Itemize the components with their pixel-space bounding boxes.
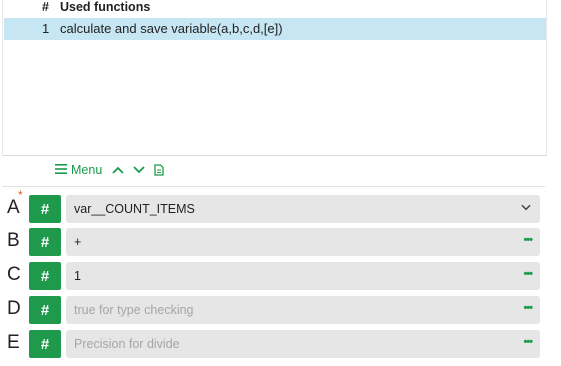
param-field-e[interactable]: Precision for divide ••• bbox=[66, 330, 540, 358]
used-function-row[interactable]: 1 calculate and save variable(a,b,c,d,[e… bbox=[4, 18, 546, 40]
param-value: 1 bbox=[74, 269, 81, 283]
chevron-up-icon[interactable] bbox=[112, 166, 124, 174]
param-field-b[interactable]: + ••• bbox=[66, 228, 540, 256]
param-field-c[interactable]: 1 ••• bbox=[66, 262, 540, 290]
param-letter: C bbox=[7, 264, 21, 285]
column-title-header: Used functions bbox=[60, 0, 151, 14]
type-number-button[interactable]: # bbox=[29, 195, 61, 223]
divider bbox=[2, 186, 545, 187]
param-row-e: E # Precision for divide ••• bbox=[0, 330, 545, 358]
chevron-down-icon[interactable] bbox=[521, 204, 531, 214]
more-options-icon[interactable]: ••• bbox=[523, 336, 533, 348]
document-icon[interactable] bbox=[154, 164, 164, 176]
param-placeholder: true for type checking bbox=[74, 303, 194, 317]
hamburger-icon[interactable] bbox=[55, 163, 67, 177]
param-row-d: D # true for type checking ••• bbox=[0, 296, 545, 324]
chevron-down-icon[interactable] bbox=[133, 166, 145, 174]
type-number-button[interactable]: # bbox=[29, 262, 61, 290]
type-number-button[interactable]: # bbox=[29, 228, 61, 256]
param-letter: E bbox=[7, 332, 20, 353]
menu-button[interactable]: Menu bbox=[71, 163, 102, 177]
more-options-icon[interactable]: ••• bbox=[523, 268, 533, 280]
menu-bar: Menu bbox=[55, 161, 173, 179]
used-function-number: 1 bbox=[42, 21, 50, 36]
more-options-icon[interactable]: ••• bbox=[523, 302, 533, 314]
param-field-a[interactable]: var__COUNT_ITEMS bbox=[66, 195, 540, 223]
param-letter: B bbox=[7, 230, 20, 251]
param-placeholder: Precision for divide bbox=[74, 337, 180, 351]
param-row-b: B # + ••• bbox=[0, 228, 545, 256]
type-number-button[interactable]: # bbox=[29, 330, 61, 358]
param-value: + bbox=[74, 235, 82, 249]
param-letter: D bbox=[7, 298, 21, 319]
required-marker: * bbox=[18, 188, 23, 202]
more-options-icon[interactable]: ••• bbox=[523, 234, 533, 246]
param-value: var__COUNT_ITEMS bbox=[74, 202, 195, 216]
used-functions-panel: # Used functions 1 calculate and save va… bbox=[2, 0, 547, 156]
param-row-c: C # 1 ••• bbox=[0, 262, 545, 290]
type-number-button[interactable]: # bbox=[29, 296, 61, 324]
param-field-d[interactable]: true for type checking ••• bbox=[66, 296, 540, 324]
param-row-a: A * # var__COUNT_ITEMS bbox=[0, 188, 545, 223]
used-function-text: calculate and save variable(a,b,c,d,[e]) bbox=[60, 21, 283, 36]
used-functions-header: # Used functions bbox=[3, 0, 546, 17]
column-number-header: # bbox=[42, 0, 49, 14]
